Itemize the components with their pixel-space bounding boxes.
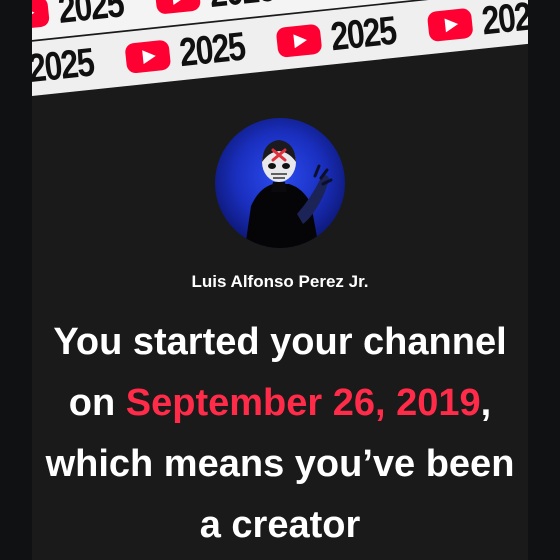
channel-name: Luis Alfonso Perez Jr. — [191, 272, 369, 291]
youtube-play-icon — [275, 23, 323, 58]
banner-year-label: 2025 — [328, 8, 398, 59]
recap-headline: You started your channel on September 26… — [32, 312, 528, 556]
youtube-play-icon — [426, 7, 474, 43]
banner-year-label: 2025 — [207, 0, 279, 17]
youtube-play-icon — [154, 0, 202, 15]
year-banner: 20252025202520252025 2025202520252025202… — [32, 0, 528, 108]
banner-year-label: 2025 — [479, 0, 528, 43]
recap-page: 20252025202520252025 2025202520252025202… — [0, 0, 560, 560]
banner-year-label: 2025 — [177, 24, 247, 75]
banner-year-label: 2025 — [32, 40, 96, 91]
youtube-play-icon — [32, 0, 50, 31]
avatar-figure-icon — [245, 140, 333, 248]
youtube-play-icon — [124, 39, 172, 74]
channel-avatar — [215, 118, 345, 248]
recap-card: 20252025202520252025 2025202520252025202… — [32, 0, 528, 560]
banner-year-label: 2025 — [56, 0, 126, 32]
channel-start-date: September 26, 2019 — [125, 382, 481, 424]
